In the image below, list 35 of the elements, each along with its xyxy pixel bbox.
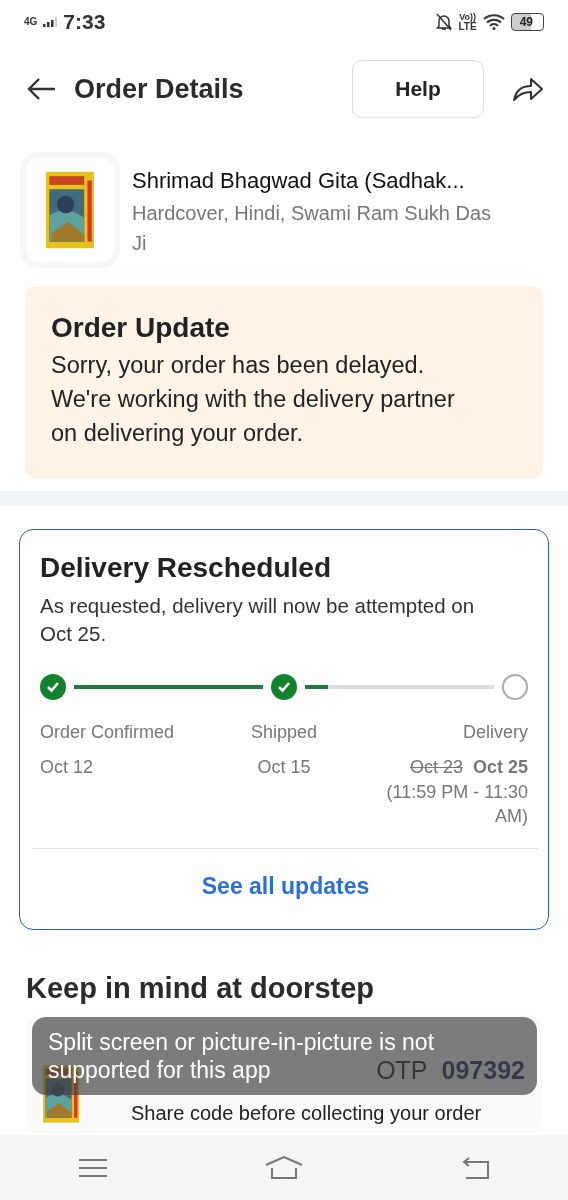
network-type: 4G [24, 17, 38, 27]
menu-icon[interactable] [79, 1157, 107, 1178]
check-icon [46, 681, 60, 693]
product-subtitle: Hardcover, Hindi, Swami Ram Sukh Das Ji [132, 201, 492, 256]
page-title: Order Details [74, 73, 245, 105]
delivery-message: As requested, delivery will now be attempted on Oct 25. [40, 593, 476, 647]
step-label: Delivery [463, 722, 528, 743]
share-icon[interactable] [512, 76, 544, 102]
home-icon[interactable] [265, 1155, 303, 1180]
section-title: Keep in mind at doorstep [26, 972, 376, 1005]
update-message: Sorry, your order has been delayed. We're working with the delivery partner on delivering your order. [51, 351, 456, 448]
help-button[interactable]: Help [352, 60, 484, 118]
step-label: Order Confirmed [40, 722, 175, 743]
update-title: Order Update [51, 312, 231, 344]
back-arrow-icon[interactable] [26, 77, 56, 101]
back-icon[interactable] [461, 1156, 489, 1179]
status-time: 7:33 [63, 10, 106, 34]
step-date: Oct 12 [40, 757, 94, 778]
volte-label: Vo)) [459, 12, 476, 22]
signal-icon [43, 17, 58, 27]
wifi-icon [482, 14, 505, 30]
bell-off-icon [436, 13, 453, 31]
check-icon [277, 681, 291, 693]
battery-indicator: 49 [510, 13, 544, 31]
step-date: Oct 23 Oct 25 [409, 757, 528, 778]
otp-label: OTP [376, 1055, 428, 1086]
step-time: (11:59 PM - 11:30 AM) [385, 781, 528, 828]
delivery-title: Delivery Rescheduled [40, 552, 333, 584]
product-title: Shrimad Bhagwad Gita (Sadhak... [132, 168, 466, 194]
step-date: Oct 15 [257, 757, 311, 778]
see-all-updates-link[interactable]: See all updates [201, 873, 370, 900]
otp-code: 097392 [441, 1055, 525, 1086]
lte-label: LTE [458, 21, 477, 32]
otp-note: Share code before collecting your order [131, 1101, 483, 1126]
step-label: Shipped [250, 722, 317, 743]
